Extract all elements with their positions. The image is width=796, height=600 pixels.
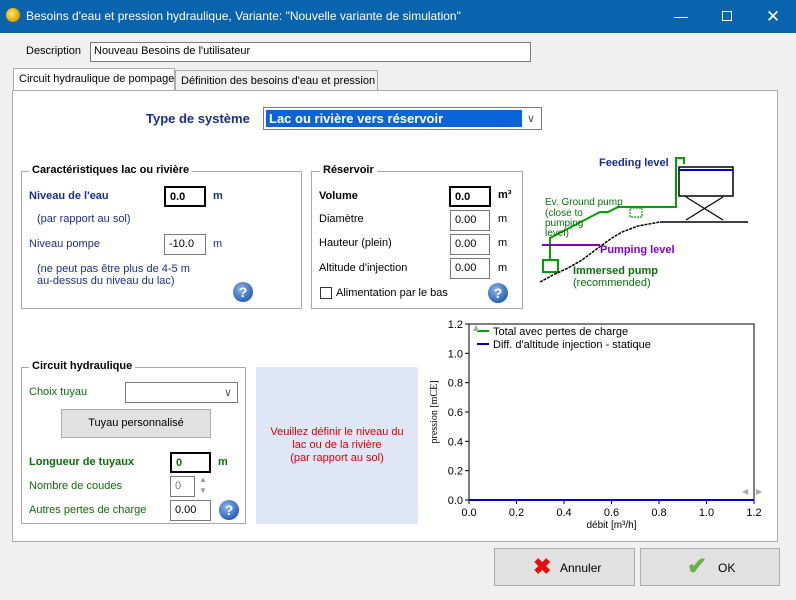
height-input[interactable]: 0.00	[450, 234, 490, 255]
x-tick-label: 1.2	[746, 507, 761, 519]
volume-unit: m³	[498, 189, 512, 201]
water-level-unit: m	[213, 190, 223, 202]
system-type-value: Lac ou rivière vers réservoir	[266, 110, 522, 127]
scroll-up-icon: ▲	[473, 323, 480, 332]
legend-entry: Total avec pertes de charge	[493, 326, 628, 338]
other-losses-label: Autres pertes de charge	[29, 504, 147, 516]
cancel-button[interactable]: ✖ Annuler	[494, 548, 635, 586]
water-level-input[interactable]: 0.0	[164, 186, 206, 207]
pump-note-line1: (ne peut pas être plus de 4-5 m	[37, 263, 190, 275]
diameter-label: Diamètre	[319, 213, 364, 225]
y-tick-label: 1.2	[448, 319, 463, 331]
y-tick-label: 0.2	[448, 466, 463, 478]
other-losses-input[interactable]: 0.00	[170, 500, 211, 521]
ground-reference-note: (par rapport au sol)	[37, 213, 131, 225]
pressure-flow-chart: 0.0 0.2 0.4 0.6 0.8 1.0 1.2 0.0 0.2 0.4 0.6 0.8 1.0 1…	[429, 319, 763, 531]
pipe-length-label: Longueur de tuyaux	[29, 456, 135, 468]
maximize-icon[interactable]	[704, 0, 750, 33]
bottom-feed-checkbox[interactable]	[320, 287, 332, 299]
description-label: Description	[26, 45, 82, 57]
bottom-feed-label: Alimentation par le bas	[336, 287, 448, 299]
pipe-choice-select[interactable]: ∨	[125, 382, 238, 403]
window-title: Besoins d'eau et pression hydraulique, V…	[26, 9, 461, 23]
diameter-unit: m	[498, 213, 508, 225]
x-tick-label: 0.8	[651, 507, 666, 519]
app-icon	[6, 8, 20, 22]
y-tick-label: 1.0	[448, 348, 463, 360]
elbows-spinner[interactable]: ▲ ▼	[197, 474, 209, 498]
injection-altitude-label: Altitude d'injection	[319, 262, 408, 274]
system-type-select[interactable]: Lac ou rivière vers réservoir ∨	[263, 107, 542, 130]
lake-help-icon[interactable]: ?	[233, 282, 253, 302]
pipe-length-input[interactable]: 0	[170, 452, 211, 473]
ground-pump-line1: Ev. Ground pump	[545, 197, 623, 208]
custom-pipe-button[interactable]: Tuyau personnalisé	[61, 409, 211, 438]
pipe-choice-label: Choix tuyau	[29, 386, 88, 398]
chevron-down-icon: ∨	[223, 387, 232, 399]
tab-water-needs[interactable]: Définition des besoins d'eau et pression	[175, 70, 378, 92]
elbows-input[interactable]: 0	[170, 476, 195, 497]
circuit-group-title: Circuit hydraulique	[29, 360, 136, 372]
volume-input[interactable]: 0.0	[449, 186, 491, 207]
diameter-input[interactable]: 0.00	[450, 210, 490, 231]
y-tick-label: 0.4	[448, 436, 463, 448]
feeding-level-label: Feeding level	[599, 157, 669, 169]
minimize-icon[interactable]: —	[658, 0, 704, 33]
chevron-down-icon: ∨	[526, 113, 535, 125]
cancel-button-label: Annuler	[560, 561, 602, 575]
ok-button[interactable]: ✔ OK	[640, 548, 780, 586]
tab-hydraulic-circuit[interactable]: Circuit hydraulique de pompage	[13, 68, 175, 92]
y-tick-label: 0.0	[448, 495, 463, 507]
x-tick-label: 0.6	[604, 507, 619, 519]
height-unit: m	[498, 237, 508, 249]
elbows-label: Nombre de coudes	[29, 480, 122, 492]
x-tick-label: 0.0	[461, 507, 476, 519]
x-tick-label: 0.4	[556, 507, 571, 519]
height-label: Hauteur (plein)	[319, 237, 392, 249]
pumping-level-label: Pumping level	[600, 244, 675, 256]
pump-level-unit: m	[213, 238, 223, 250]
lake-group-title: Caractéristiques lac ou rivière	[29, 164, 193, 176]
immersed-pump-note: (recommended)	[573, 277, 651, 289]
volume-label: Volume	[319, 190, 358, 202]
ok-button-label: OK	[718, 561, 736, 575]
pump-level-label: Niveau pompe	[29, 238, 100, 250]
water-level-label: Niveau de l'eau	[29, 190, 109, 202]
scroll-right-icon: ▶	[756, 487, 763, 496]
ground-pump-line4: level)	[545, 228, 569, 239]
y-axis-label: pression [mCE]	[429, 380, 440, 443]
checkmark-icon: ✔	[687, 553, 708, 580]
injection-altitude-input[interactable]: 0.00	[450, 258, 490, 279]
close-icon[interactable]: ✕	[750, 0, 796, 33]
circuit-help-icon[interactable]: ?	[219, 500, 239, 520]
y-tick-label: 0.6	[448, 407, 463, 419]
x-tick-label: 1.0	[699, 507, 714, 519]
system-type-label: Type de système	[146, 111, 250, 126]
x-tick-label: 0.2	[509, 507, 524, 519]
reservoir-group-title: Réservoir	[320, 164, 377, 176]
pump-level-input[interactable]: -10.0	[164, 234, 206, 255]
reservoir-help-icon[interactable]: ?	[488, 283, 508, 303]
description-input[interactable]: Nouveau Besoins de l'utilisateur	[90, 42, 531, 62]
y-tick-label: 0.8	[448, 378, 463, 390]
cancel-x-icon: ✖	[533, 554, 552, 579]
scroll-left-icon: ◀	[742, 487, 749, 496]
x-axis-label: débit [m³/h]	[586, 520, 636, 531]
pipe-length-unit: m	[218, 456, 228, 468]
immersed-pump-label: Immersed pump	[573, 265, 658, 277]
warning-message: Veuillez définir le niveau du lac ou de …	[256, 367, 418, 524]
injection-altitude-unit: m	[498, 262, 508, 274]
pump-note-line2: au-dessus du niveau du lac)	[37, 275, 175, 287]
legend-entry: Diff. d'altitude injection - statique	[493, 339, 651, 351]
